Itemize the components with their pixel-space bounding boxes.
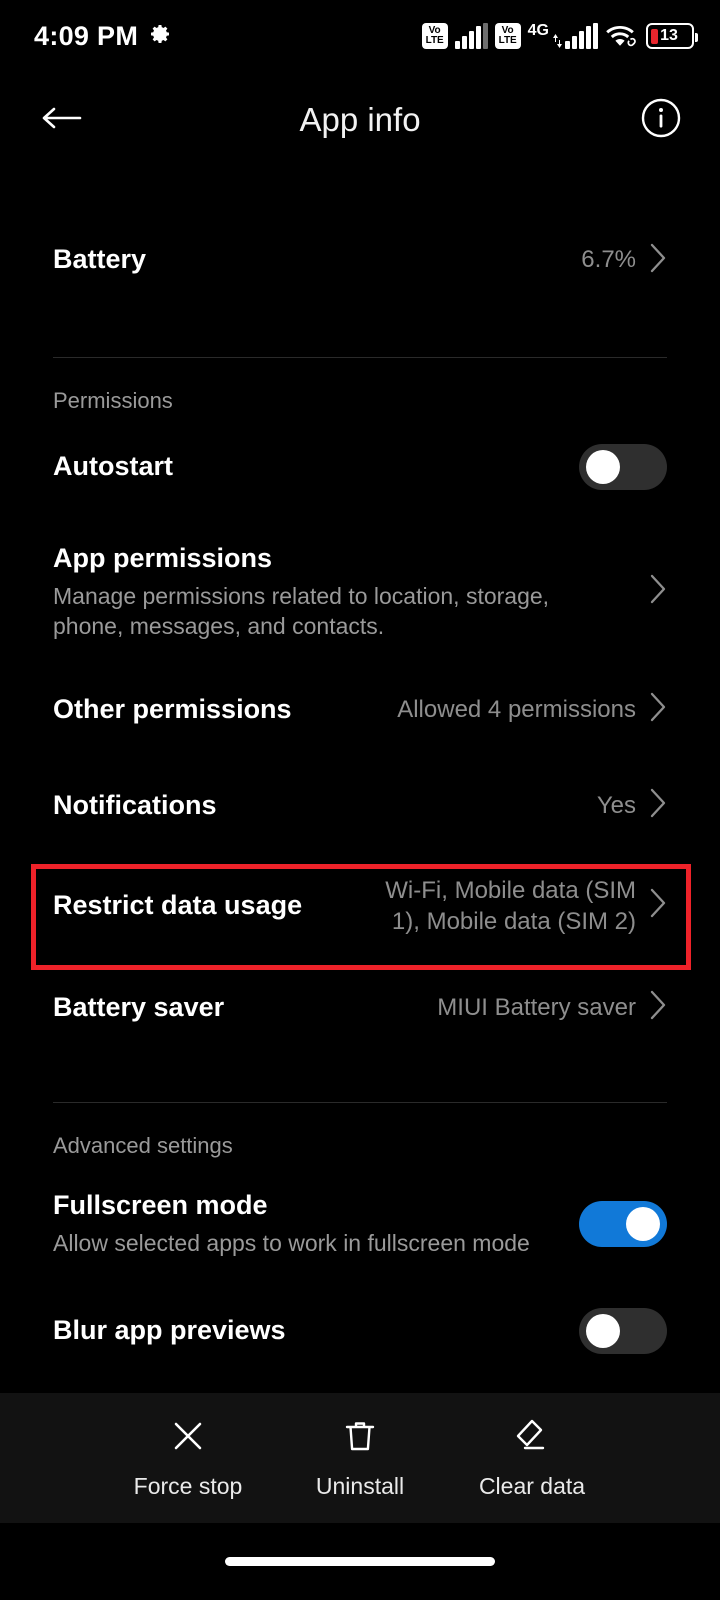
clear-data-label: Clear data [478, 1472, 586, 1499]
data-arrows-icon [553, 23, 562, 49]
gear-icon [148, 22, 172, 51]
row-notifications-texts: Notifications [53, 789, 597, 823]
row-battery-saver-texts: Battery saver [53, 991, 437, 1025]
status-bar-clock: 4:09 PM [34, 20, 139, 51]
chevron-right-icon [650, 888, 667, 923]
app-bar: App info [0, 72, 720, 168]
section-label-permissions: Permissions [53, 388, 173, 413]
chevron-right-icon [650, 788, 667, 823]
status-bar-right: Vo LTE Vo LTE 4G 13 [421, 21, 698, 52]
force-stop-button[interactable]: Force stop [102, 1417, 274, 1500]
autostart-toggle-knob [586, 450, 620, 484]
system-navigation-bar [0, 1523, 720, 1600]
row-notifications-title: Notifications [53, 790, 217, 821]
row-restrict-data-usage-value: Wi-Fi, Mobile data (SIM 1), Mobile data … [385, 876, 636, 935]
row-fullscreen-mode-texts: Fullscreen mode Allow selected apps to w… [53, 1189, 579, 1258]
row-battery[interactable]: Battery 6.7% [53, 228, 667, 292]
home-indicator[interactable] [225, 1557, 495, 1566]
chevron-right-icon [650, 692, 667, 727]
settings-list: Battery 6.7% Permissions Autostart App p… [0, 168, 720, 1368]
info-icon[interactable] [640, 97, 682, 144]
chevron-right-icon [650, 243, 667, 278]
row-battery-saver-title: Battery saver [53, 992, 225, 1023]
page-title: App info [299, 101, 421, 138]
chevron-right-icon [650, 990, 667, 1025]
chevron-right-icon [650, 574, 667, 609]
row-notifications-value: Yes [596, 792, 636, 820]
row-blur-app-previews-title: Blur app previews [53, 1315, 286, 1346]
signal-bars-sim1-icon [454, 23, 488, 49]
battery-icon: 13 [646, 23, 698, 49]
volte-icon-sim2: Vo LTE [494, 23, 521, 49]
row-other-permissions-title: Other permissions [53, 694, 292, 725]
row-fullscreen-mode-title: Fullscreen mode [53, 1189, 268, 1220]
close-x-icon [169, 1417, 207, 1460]
volte-bottom-text-2: LTE [498, 35, 517, 46]
status-bar-left: 4:09 PM [34, 21, 172, 52]
signal-bars-sim2-icon [565, 23, 598, 49]
row-restrict-data-usage-title: Restrict data usage [53, 890, 303, 921]
uninstall-button[interactable]: Uninstall [274, 1417, 446, 1500]
eraser-icon [513, 1417, 551, 1460]
wifi-icon [605, 21, 639, 52]
row-app-permissions[interactable]: App permissions Manage permissions relat… [53, 528, 667, 656]
row-autostart-title: Autostart [53, 451, 173, 482]
row-autostart[interactable]: Autostart [53, 430, 667, 504]
row-notifications[interactable]: Notifications Yes [53, 774, 667, 838]
clear-data-button[interactable]: Clear data [446, 1417, 618, 1500]
row-battery-texts: Battery [53, 243, 581, 277]
bottom-action-bar: Force stop Uninstall Clear data [0, 1393, 720, 1523]
status-bar: 4:09 PM Vo LTE Vo LTE 4G 13 [0, 0, 720, 72]
row-battery-saver-value: MIUI Battery saver [437, 994, 636, 1022]
section-label-advanced-settings: Advanced settings [53, 1132, 233, 1158]
force-stop-label: Force stop [133, 1472, 243, 1499]
battery-percent-label: 13 [660, 27, 678, 44]
uninstall-label: Uninstall [315, 1472, 405, 1499]
row-battery-value: 6.7% [581, 246, 636, 274]
row-app-permissions-subtitle: Manage permissions related to location, … [53, 582, 550, 640]
back-arrow-icon[interactable] [40, 102, 84, 139]
row-other-permissions-value: Allowed 4 permissions [397, 696, 636, 724]
volte-icon-sim1: Vo LTE [421, 23, 448, 49]
row-app-permissions-title: App permissions [53, 543, 273, 573]
row-restrict-data-usage-texts: Restrict data usage [53, 889, 366, 923]
fullscreen-mode-toggle-knob [626, 1206, 660, 1241]
row-other-permissions[interactable]: Other permissions Allowed 4 permissions [53, 678, 667, 742]
row-blur-app-previews[interactable]: Blur app previews [53, 1294, 667, 1368]
row-restrict-data-usage[interactable]: Restrict data usage Wi-Fi, Mobile data (… [53, 858, 667, 954]
trash-icon [341, 1417, 379, 1460]
row-other-permissions-texts: Other permissions [53, 693, 397, 727]
row-blur-app-previews-texts: Blur app previews [53, 1314, 579, 1348]
row-fullscreen-mode[interactable]: Fullscreen mode Allow selected apps to w… [53, 1175, 667, 1272]
row-fullscreen-mode-subtitle: Allow selected apps to work in fullscree… [53, 1229, 530, 1256]
volte-bottom-text: LTE [425, 35, 444, 46]
row-battery-title: Battery [53, 244, 147, 275]
autostart-toggle[interactable] [579, 444, 667, 490]
row-app-permissions-texts: App permissions Manage permissions relat… [53, 542, 636, 642]
blur-app-previews-toggle-knob [586, 1314, 620, 1349]
row-battery-saver[interactable]: Battery saver MIUI Battery saver [53, 976, 667, 1040]
network-type-label: 4G [527, 22, 549, 39]
row-autostart-texts: Autostart [53, 450, 579, 484]
blur-app-previews-toggle[interactable] [579, 1308, 667, 1355]
mobile-network-sim2-group: 4G [528, 23, 598, 49]
fullscreen-mode-toggle[interactable] [579, 1200, 667, 1247]
